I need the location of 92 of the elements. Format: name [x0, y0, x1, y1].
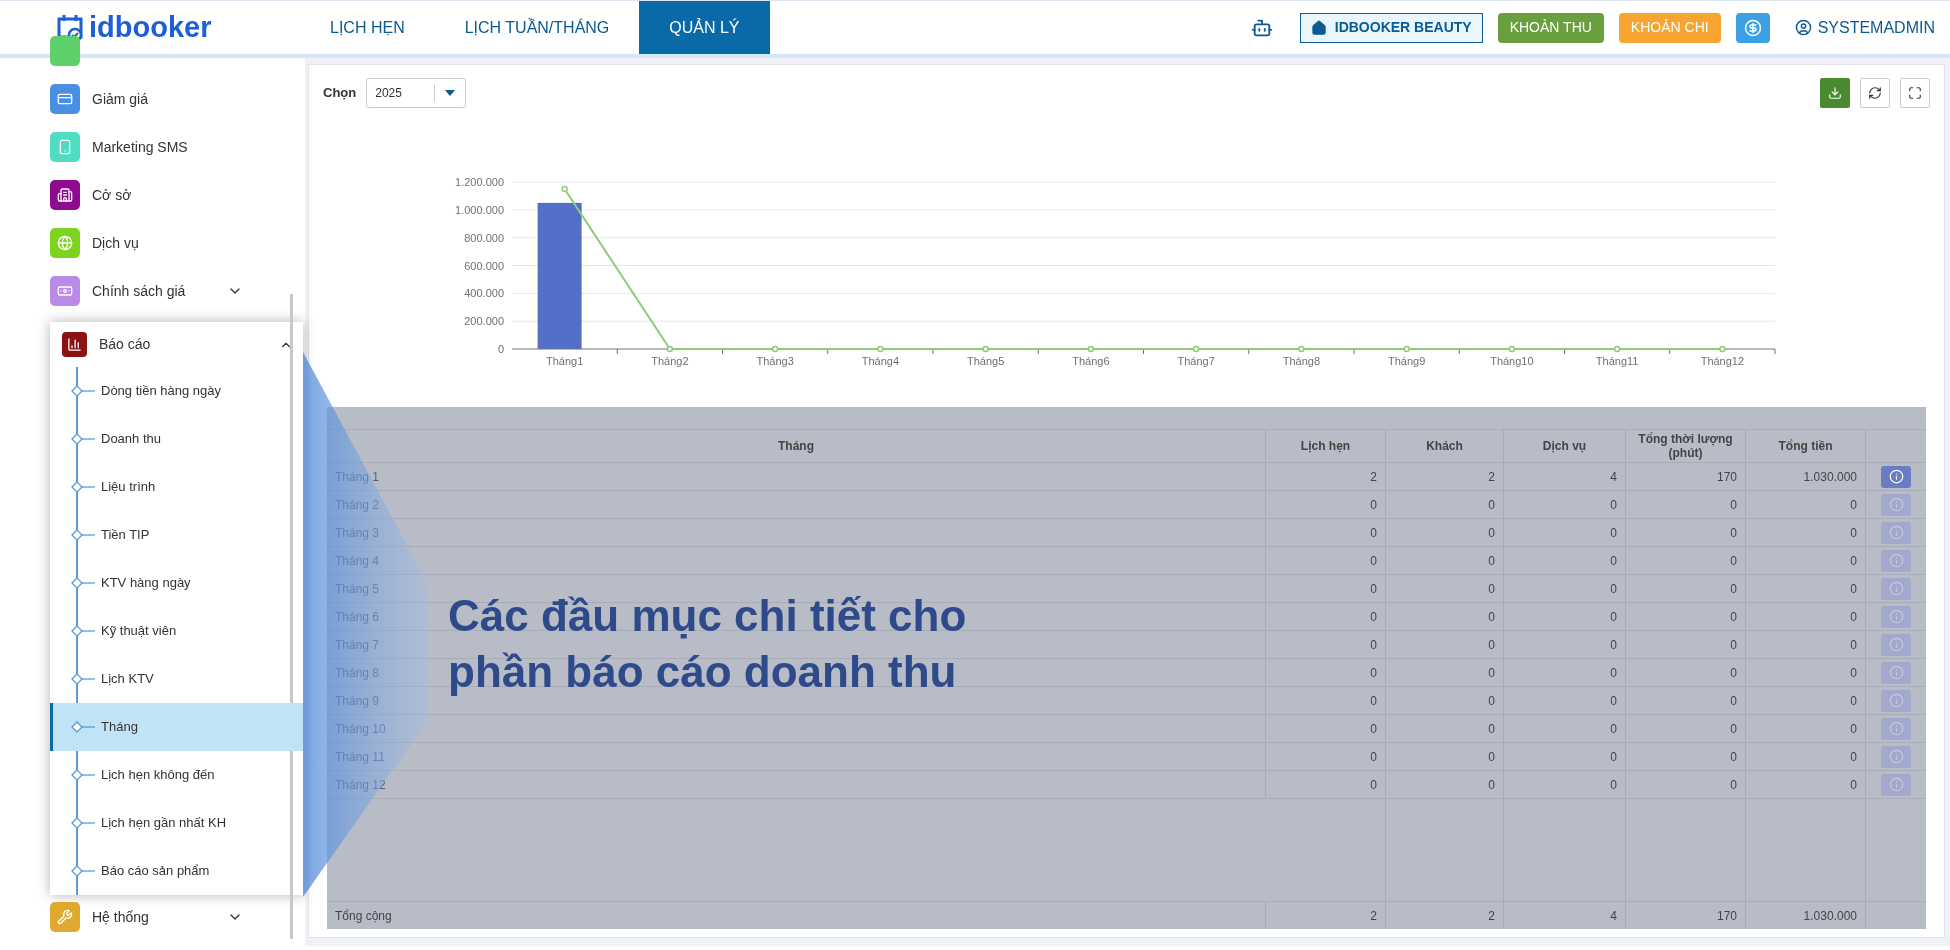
- table-cell: 0: [1504, 575, 1626, 602]
- table-cell: 0: [1386, 603, 1504, 630]
- column-header: Tổng thời lượng (phút): [1626, 430, 1746, 462]
- logo-text: idbooker: [89, 13, 212, 42]
- table-cell: 0: [1266, 715, 1386, 742]
- table-cell: 0: [1266, 575, 1386, 602]
- table-cell: 0: [1746, 491, 1866, 518]
- table-cell: 0: [1504, 603, 1626, 630]
- table-cell: 0: [1386, 743, 1504, 770]
- table-cell: 0: [1626, 491, 1746, 518]
- table-cell: 0: [1386, 687, 1504, 714]
- table-cell: 0: [1746, 631, 1866, 658]
- table-cell: 0: [1746, 687, 1866, 714]
- axis-label: Tháng2: [651, 355, 689, 367]
- table-cell: 0: [1386, 771, 1504, 798]
- axis-label: Tháng5: [966, 355, 1005, 367]
- table-cell: 2: [1266, 463, 1386, 490]
- axis-label: Tháng11: [1595, 355, 1639, 367]
- total-cell: 4: [1504, 902, 1626, 929]
- table-cell: 0: [1504, 771, 1626, 798]
- table-cell: 0: [1386, 575, 1504, 602]
- column-header: Lịch hẹn: [1266, 430, 1386, 462]
- column-header: Dịch vụ: [1504, 430, 1626, 462]
- total-cell: 1.030.000: [1746, 902, 1866, 929]
- table-cell: 0: [1626, 687, 1746, 714]
- table-cell: 0: [1626, 547, 1746, 574]
- table-cell: 0: [1266, 491, 1386, 518]
- table-cell: 0: [1746, 603, 1866, 630]
- table-cell: 170: [1626, 463, 1746, 490]
- table-cell: 0: [1504, 519, 1626, 546]
- table-cell: 0: [1746, 771, 1866, 798]
- table-cell: 0: [1504, 743, 1626, 770]
- column-header: Tổng tiền: [1746, 430, 1866, 462]
- axis-label: Tháng12: [1700, 355, 1745, 367]
- total-cell: Tổng cộng: [327, 902, 1266, 929]
- table-cell: 0: [1386, 715, 1504, 742]
- table-cell: 0: [1746, 743, 1866, 770]
- table-cell: 0: [1504, 715, 1626, 742]
- column-header: Khách: [1386, 430, 1504, 462]
- table-cell: 0: [1504, 631, 1626, 658]
- axis-label: Tháng1: [545, 355, 584, 367]
- table-cell: 0: [1746, 715, 1866, 742]
- axis-label: 1.000.000: [455, 203, 504, 216]
- axis-label: 1.200.000: [455, 176, 504, 188]
- table-cell: 0: [1266, 547, 1386, 574]
- table-cell: 0: [1746, 575, 1866, 602]
- table-cell: 0: [1386, 659, 1504, 686]
- axis-label: 0: [497, 343, 504, 355]
- table-cell: 0: [1746, 659, 1866, 686]
- table-cell: 0: [1626, 603, 1746, 630]
- axis-label: Tháng8: [1282, 355, 1321, 367]
- total-cell: 2: [1266, 902, 1386, 929]
- table-cell: 0: [1504, 659, 1626, 686]
- table-cell: 0: [1386, 547, 1504, 574]
- table-cell: 0: [1626, 631, 1746, 658]
- table-cell: 0: [1626, 715, 1746, 742]
- table-cell: 0: [1386, 519, 1504, 546]
- table-cell: 0: [1626, 743, 1746, 770]
- table-cell: 0: [1266, 519, 1386, 546]
- table-cell: 0: [1266, 631, 1386, 658]
- total-cell: 2: [1386, 902, 1504, 929]
- table-cell: 0: [1504, 687, 1626, 714]
- axis-label: Tháng9: [1387, 355, 1426, 367]
- axis-label: Tháng10: [1490, 355, 1534, 367]
- table-cell: 0: [1504, 491, 1626, 518]
- table-cell: 0: [1746, 547, 1866, 574]
- table-cell: 0: [1266, 603, 1386, 630]
- axis-label: Tháng3: [756, 355, 794, 367]
- axis-label: 200.000: [464, 315, 504, 328]
- axis-label: 400.000: [464, 287, 504, 300]
- axis-label: 800.000: [464, 231, 504, 244]
- table-cell: 1.030.000: [1746, 463, 1866, 490]
- axis-label: Tháng4: [861, 355, 900, 367]
- table-cell: 0: [1266, 771, 1386, 798]
- table-cell: 0: [1746, 519, 1866, 546]
- table-cell: 0: [1626, 519, 1746, 546]
- table-cell: 0: [1266, 743, 1386, 770]
- table-cell: 0: [1626, 771, 1746, 798]
- table-cell: 0: [1386, 491, 1504, 518]
- table-cell: 0: [1386, 631, 1504, 658]
- axis-label: Tháng6: [1072, 355, 1110, 367]
- table-cell: 0: [1626, 659, 1746, 686]
- filter-label: Chọn: [323, 84, 357, 103]
- table-cell: 0: [1626, 575, 1746, 602]
- axis-label: 600.000: [464, 259, 504, 272]
- table-cell: 4: [1504, 463, 1626, 490]
- table-cell: 0: [1266, 687, 1386, 714]
- total-cell: 170: [1626, 902, 1746, 929]
- table-cell: 0: [1266, 659, 1386, 686]
- axis-label: Tháng7: [1177, 355, 1215, 367]
- table-cell: 2: [1386, 463, 1504, 490]
- table-cell: 0: [1504, 547, 1626, 574]
